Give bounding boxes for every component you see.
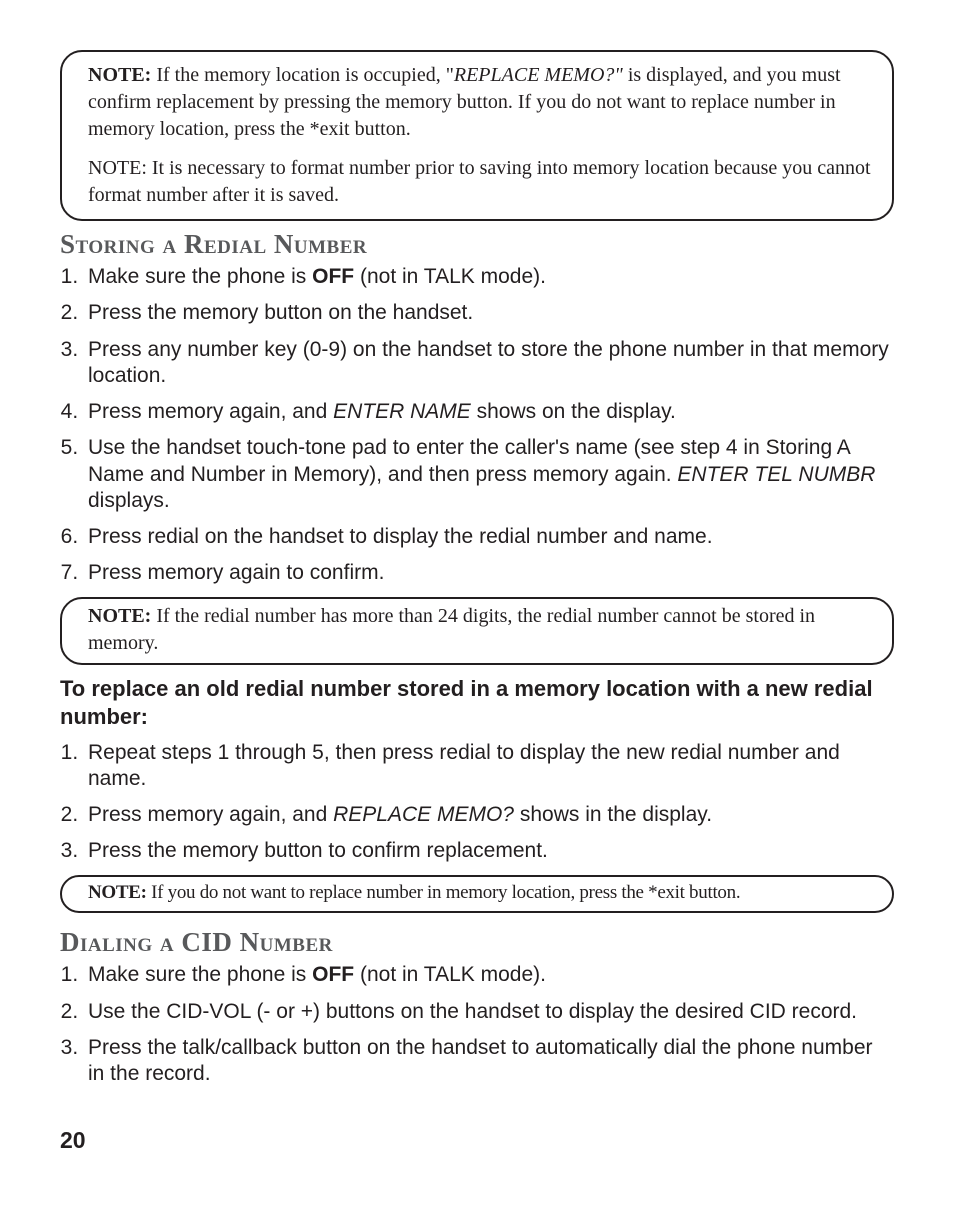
list-item: Press memory again to confirm. <box>84 560 894 586</box>
note-bottom-p: NOTE: If you do not want to replace numb… <box>88 881 874 906</box>
note-box-mid: NOTE: If the redial number has more than… <box>60 597 894 665</box>
item-text: displays. <box>88 489 170 512</box>
list-item: Press the memory button on the handset. <box>84 300 894 326</box>
item-bold: OFF <box>312 265 354 288</box>
note-text: If the redial number has more than 24 di… <box>88 605 815 654</box>
list-item: Use the CID-VOL (- or +) buttons on the … <box>84 999 894 1025</box>
note-label: NOTE: <box>88 882 147 903</box>
note-top-p2: NOTE: It is necessary to format number p… <box>88 155 872 209</box>
item-text: Make sure the phone is <box>88 265 312 288</box>
list-item: Use the handset touch-tone pad to enter … <box>84 435 894 514</box>
list-item: Press redial on the handset to display t… <box>84 524 894 550</box>
note-mid-p: NOTE: If the redial number has more than… <box>88 603 872 657</box>
item-italic: REPLACE MEMO? <box>333 803 514 826</box>
list-item: Press the talk/callback button on the ha… <box>84 1035 894 1088</box>
note-label: NOTE: <box>88 605 151 627</box>
item-text: (not in TALK mode). <box>354 963 546 986</box>
subhead-replace-redial: To replace an old redial number stored i… <box>60 675 894 732</box>
item-italic: ENTER NAME <box>333 400 471 423</box>
list-item: Make sure the phone is OFF (not in TALK … <box>84 962 894 988</box>
dialing-cid-list: Make sure the phone is OFF (not in TALK … <box>60 962 894 1087</box>
section-heading-storing-redial: Storing a Redial Number <box>60 229 894 260</box>
list-item: Make sure the phone is OFF (not in TALK … <box>84 264 894 290</box>
storing-redial-list: Make sure the phone is OFF (not in TALK … <box>60 264 894 587</box>
item-text: Press memory again, and <box>88 400 333 423</box>
replace-redial-list: Repeat steps 1 through 5, then press red… <box>60 740 894 865</box>
item-text: (not in TALK mode). <box>354 265 546 288</box>
note-label: NOTE: <box>88 64 151 86</box>
note-text: If the memory location is occupied, " <box>151 64 454 86</box>
item-text: Press memory again, and <box>88 803 333 826</box>
note-text: If you do not want to replace number in … <box>147 882 741 903</box>
item-text: shows on the display. <box>471 400 676 423</box>
list-item: Press memory again, and ENTER NAME shows… <box>84 399 894 425</box>
list-item: Press memory again, and REPLACE MEMO? sh… <box>84 802 894 828</box>
item-bold: OFF <box>312 963 354 986</box>
item-text: Make sure the phone is <box>88 963 312 986</box>
list-item: Press the memory button to confirm repla… <box>84 838 894 864</box>
section-heading-dialing-cid: Dialing a CID Number <box>60 927 894 958</box>
note-italic: REPLACE MEMO?" <box>454 64 623 86</box>
item-text: shows in the display. <box>514 803 712 826</box>
list-item: Repeat steps 1 through 5, then press red… <box>84 740 894 793</box>
page-number: 20 <box>60 1127 894 1154</box>
note-top-p1: NOTE: If the memory location is occupied… <box>88 62 872 143</box>
note-box-bottom: NOTE: If you do not want to replace numb… <box>60 875 894 914</box>
note-box-top: NOTE: If the memory location is occupied… <box>60 50 894 221</box>
list-item: Press any number key (0-9) on the handse… <box>84 337 894 390</box>
item-italic: ENTER TEL NUMBR <box>677 463 875 486</box>
